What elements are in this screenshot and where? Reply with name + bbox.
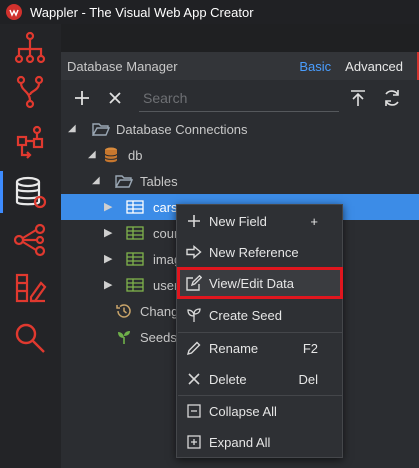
- menu-label: Create Seed: [209, 307, 282, 323]
- table-icon: [126, 198, 144, 216]
- menu-shortcut: Del: [298, 371, 318, 387]
- collapse-up-icon[interactable]: [347, 87, 369, 109]
- menu-shortcut: F2: [302, 340, 318, 356]
- collapse-box-icon: [186, 403, 202, 419]
- expand-box-icon: [186, 434, 202, 450]
- basic-mode-tab[interactable]: Basic: [299, 59, 331, 74]
- collapsed-caret-icon[interactable]: ▶: [104, 228, 114, 239]
- close-icon: [186, 371, 202, 387]
- database-icon[interactable]: [12, 174, 48, 210]
- plus-icon: [186, 213, 202, 229]
- tree-label: db: [128, 147, 143, 163]
- context-menu: New Field + New Reference View/Edit Data…: [176, 204, 343, 458]
- history-icon: [115, 302, 133, 320]
- tree-label: cars: [153, 199, 178, 215]
- tree-label: Database Connections: [116, 121, 248, 137]
- tree-label: Seeds: [140, 329, 177, 345]
- table-icon: [126, 276, 144, 294]
- wappler-logo-icon: [6, 4, 22, 20]
- menu-label: Delete: [209, 371, 247, 387]
- search-box: [139, 84, 339, 112]
- expanded-caret-icon[interactable]: ◢: [88, 150, 98, 160]
- panel-header: Database Manager Basic Advanced: [61, 52, 419, 80]
- tree-label: Chang: [140, 303, 179, 319]
- add-icon[interactable]: [71, 87, 93, 109]
- seedling-icon: [186, 307, 202, 323]
- menu-label: New Field: [209, 213, 267, 229]
- table-icon: [126, 250, 144, 268]
- menu-item-rename[interactable]: Rename F2: [178, 333, 342, 363]
- search-input[interactable]: [139, 89, 329, 106]
- pencil-icon: [186, 340, 202, 356]
- menu-label: View/Edit Data: [209, 275, 295, 291]
- collapsed-caret-icon[interactable]: ▶: [104, 254, 114, 265]
- tree-label: user: [153, 277, 179, 293]
- folder-open-icon: [115, 172, 133, 190]
- advanced-mode-tab[interactable]: Advanced: [345, 59, 403, 74]
- search-icon[interactable]: [12, 320, 48, 356]
- tree-row-database-connections[interactable]: ◢ Database Connections: [61, 116, 419, 142]
- menu-item-new-field[interactable]: New Field +: [178, 206, 342, 236]
- title-bar: Wappler - The Visual Web App Creator: [0, 0, 419, 24]
- edit-icon: [186, 275, 202, 291]
- database-icon: [102, 146, 120, 164]
- menu-label: Collapse All: [209, 403, 277, 419]
- tree-label: Tables: [140, 173, 178, 189]
- collapsed-caret-icon[interactable]: ▶: [104, 202, 114, 213]
- collapsed-caret-icon[interactable]: ▶: [104, 280, 114, 291]
- seedling-icon: [115, 328, 133, 346]
- remove-icon[interactable]: [104, 87, 126, 109]
- menu-shortcut: +: [310, 213, 318, 229]
- menu-item-delete[interactable]: Delete Del: [178, 364, 342, 394]
- menu-item-view-edit-data[interactable]: View/Edit Data: [177, 267, 343, 299]
- menu-item-new-reference[interactable]: New Reference: [178, 237, 342, 267]
- share-icon[interactable]: [12, 222, 48, 258]
- app-flow-icon[interactable]: [12, 30, 48, 66]
- menu-item-collapse-all[interactable]: Collapse All: [178, 396, 342, 426]
- design-icon[interactable]: [12, 270, 48, 306]
- menu-item-expand-all[interactable]: Expand All: [178, 427, 342, 457]
- menu-label: Expand All: [209, 434, 271, 450]
- tree-row-tables[interactable]: ◢ Tables: [61, 168, 419, 194]
- workflow-icon[interactable]: [12, 124, 48, 160]
- panel-title: Database Manager: [67, 58, 178, 74]
- folder-open-icon: [92, 120, 110, 138]
- git-icon[interactable]: [12, 74, 48, 110]
- expanded-caret-icon[interactable]: ◢: [92, 176, 102, 186]
- refresh-icon[interactable]: [381, 87, 403, 109]
- table-icon: [126, 224, 144, 242]
- window-title: Wappler - The Visual Web App Creator: [30, 4, 254, 20]
- left-icon-bar: [0, 24, 61, 468]
- tree-label: cour: [153, 225, 179, 241]
- menu-item-create-seed[interactable]: Create Seed: [178, 300, 342, 330]
- menu-label: Rename: [209, 340, 259, 356]
- arrow-right-icon: [186, 244, 202, 260]
- active-indicator: [0, 171, 3, 213]
- expanded-caret-icon[interactable]: ◢: [68, 124, 78, 134]
- panel-toolbar: [61, 84, 419, 112]
- menu-label: New Reference: [209, 244, 299, 260]
- tree-row-db[interactable]: ◢ db: [61, 142, 419, 168]
